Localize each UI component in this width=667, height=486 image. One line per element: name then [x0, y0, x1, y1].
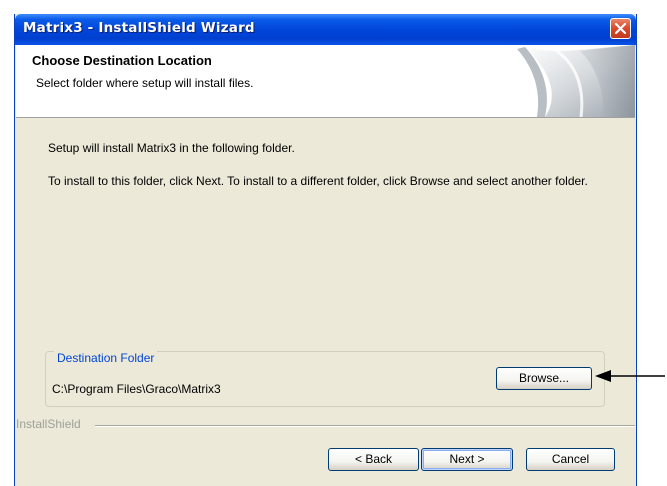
destination-path: C:\Program Files\Graco\Matrix3 [52, 382, 221, 396]
header-subtitle: Select folder where setup will install f… [36, 76, 254, 90]
footer-divider [95, 425, 635, 427]
install-info-text: Setup will install Matrix3 in the follow… [48, 141, 295, 155]
back-button[interactable]: < Back [328, 448, 419, 471]
close-icon [614, 22, 627, 35]
header-title: Choose Destination Location [32, 53, 212, 68]
destination-folder-label: Destination Folder [54, 351, 158, 365]
cancel-button[interactable]: Cancel [526, 448, 615, 471]
next-button[interactable]: Next > [421, 448, 513, 471]
installshield-graphic-icon [485, 45, 635, 117]
wizard-header: Choose Destination Location Select folde… [16, 45, 635, 118]
left-arrow-icon [595, 370, 665, 382]
installer-window: Matrix3 - InstallShield Wizard Choose De… [14, 14, 637, 486]
install-instructions-text: To install to this folder, click Next. T… [48, 174, 588, 188]
browse-button[interactable]: Browse... [496, 367, 592, 390]
title-bar[interactable]: Matrix3 - InstallShield Wizard [15, 14, 636, 45]
window-title: Matrix3 - InstallShield Wizard [23, 20, 255, 36]
installshield-brand: InstallShield [16, 417, 85, 431]
close-button[interactable] [610, 18, 631, 39]
